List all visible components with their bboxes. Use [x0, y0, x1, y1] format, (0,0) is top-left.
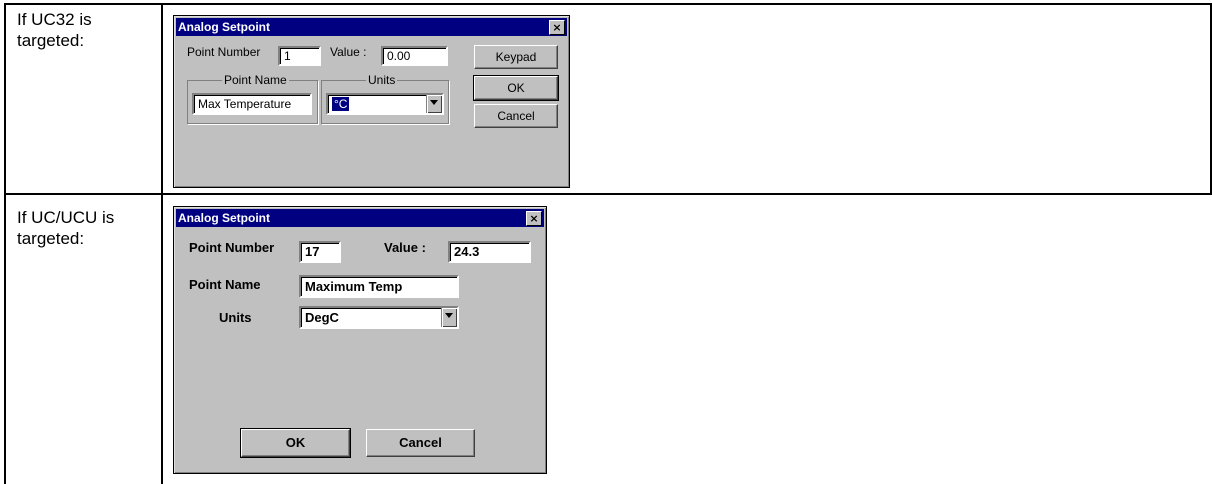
dialog-titlebar: Analog Setpoint × — [176, 18, 567, 36]
units-selected-value: DegC — [305, 310, 339, 325]
point-number-field[interactable]: 17 — [299, 241, 341, 263]
analog-setpoint-dialog-uc-ucu: Analog Setpoint × Point Number 17 Value … — [173, 206, 547, 474]
ok-button[interactable]: OK — [473, 75, 559, 101]
point-number-label: Point Number — [189, 240, 275, 255]
point-name-group-title: Point Name — [222, 73, 289, 87]
ok-button[interactable]: OK — [240, 428, 351, 458]
value-label: Value : — [384, 240, 426, 255]
dialog-title: Analog Setpoint — [178, 20, 270, 34]
point-name-label: Point Name — [189, 277, 261, 292]
close-icon[interactable]: × — [549, 20, 565, 35]
dropdown-arrow-icon[interactable] — [426, 95, 442, 113]
cancel-button[interactable]: Cancel — [366, 429, 475, 457]
table-row-divider — [4, 193, 1212, 195]
table-left-border — [4, 3, 6, 484]
point-name-field[interactable]: Maximum Temp — [299, 275, 459, 298]
units-selected-value: °C — [332, 97, 350, 111]
units-label: Units — [219, 310, 252, 325]
units-group-title: Units — [366, 73, 398, 87]
point-number-label: Point Number — [187, 45, 261, 59]
cancel-button[interactable]: Cancel — [474, 104, 558, 128]
point-name-field[interactable]: Max Temperature — [192, 93, 312, 115]
dropdown-arrow-icon[interactable] — [441, 308, 457, 327]
point-name-group: Point Name Max Temperature — [187, 73, 318, 124]
point-number-field[interactable]: 1 — [278, 46, 321, 66]
row-label-uc-ucu: If UC/UCU is targeted: — [17, 208, 115, 248]
units-select[interactable]: °C — [326, 93, 444, 115]
value-field[interactable]: 0.00 — [381, 46, 448, 66]
keypad-button[interactable]: Keypad — [474, 45, 558, 69]
close-icon[interactable]: × — [526, 211, 542, 226]
units-select[interactable]: DegC — [299, 306, 459, 329]
dialog-titlebar: Analog Setpoint × — [176, 209, 544, 227]
table-top-border — [4, 3, 1212, 5]
value-field[interactable]: 24.3 — [448, 241, 531, 263]
analog-setpoint-dialog-uc32: Analog Setpoint × Point Number 1 Value :… — [173, 15, 570, 188]
dialog-title: Analog Setpoint — [178, 211, 270, 225]
table-column-divider — [161, 3, 163, 484]
row-label-uc32: If UC32 is targeted: — [17, 10, 92, 50]
value-label: Value : — [330, 45, 367, 59]
units-group: Units °C — [321, 73, 449, 124]
